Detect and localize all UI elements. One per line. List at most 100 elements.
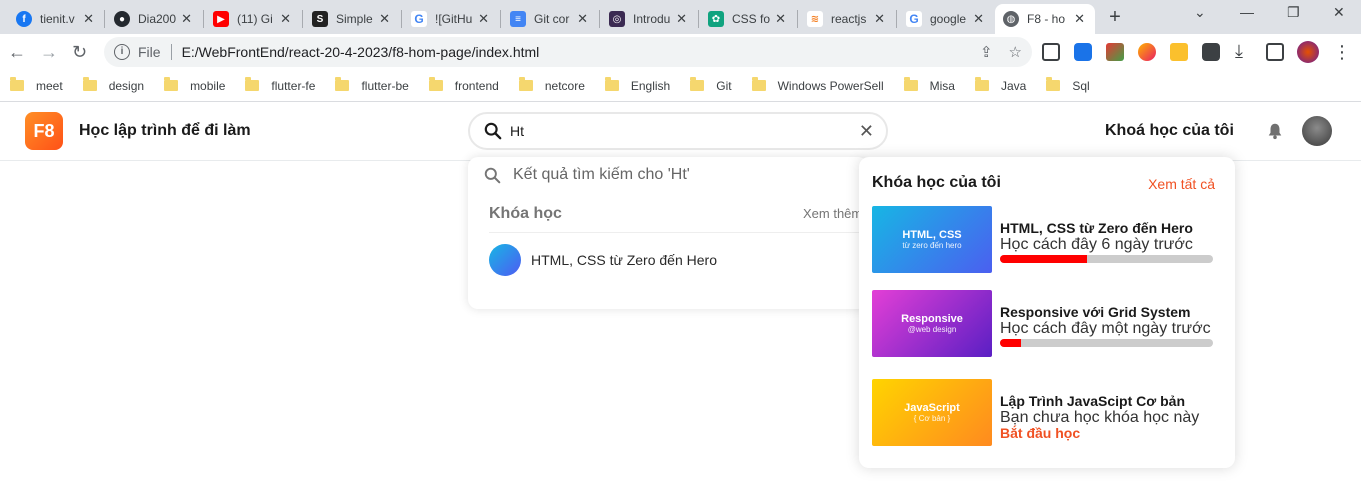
reload-icon[interactable]: ↻: [72, 42, 87, 63]
profile-avatar-icon[interactable]: [1297, 41, 1319, 63]
search-input[interactable]: [510, 123, 859, 139]
close-icon[interactable]: ✕: [973, 11, 984, 27]
folder-icon: [428, 77, 443, 91]
pen-extension-icon[interactable]: [1138, 43, 1156, 61]
user-avatar[interactable]: [1302, 116, 1332, 146]
browser-tab[interactable]: ≋ reactjs ✕: [799, 4, 895, 34]
key-extension-icon[interactable]: [1170, 43, 1188, 61]
my-courses-dropdown: Khóa học của tôi Xem tất cả HTML, CSS từ…: [859, 157, 1235, 468]
info-icon[interactable]: i: [114, 44, 130, 60]
browser-tab[interactable]: f tienit.v ✕: [8, 4, 104, 34]
see-more-link[interactable]: Xem thêm: [803, 206, 862, 221]
screenshot-extension-icon[interactable]: [1042, 43, 1060, 61]
close-icon[interactable]: ✕: [775, 11, 786, 27]
my-courses-button[interactable]: Khoá học của tôi: [1105, 122, 1234, 140]
close-icon[interactable]: ✕: [1074, 11, 1085, 27]
globe-icon: ◍: [1003, 11, 1019, 27]
openai-icon: ◎: [609, 11, 625, 27]
bookmark-folder[interactable]: meet: [10, 77, 63, 93]
close-icon[interactable]: ✕: [577, 11, 588, 27]
folder-icon: [690, 77, 705, 91]
browser-tab[interactable]: ◎ Introdu ✕: [601, 4, 697, 34]
bookmark-folder[interactable]: Java: [974, 77, 1026, 93]
course-last-studied: Học cách đây 6 ngày trước: [1000, 236, 1193, 253]
close-icon[interactable]: ✕: [676, 11, 687, 27]
browser-tab[interactable]: ≡ Git cor ✕: [502, 4, 598, 34]
progress-bar: [1000, 255, 1213, 263]
browser-tab[interactable]: ▶ (11) Gi ✕: [205, 4, 301, 34]
browser-tab[interactable]: ● Dia200 ✕: [106, 4, 202, 34]
new-tab-button[interactable]: +: [1104, 6, 1126, 29]
bookmark-folder[interactable]: Misa: [903, 77, 955, 93]
course-item[interactable]: JavaScript { Cơ bản } Lập Trình JavaScip…: [872, 379, 1217, 447]
search-icon: [484, 167, 501, 183]
progress-bar: [1000, 339, 1213, 347]
youtube-icon: ▶: [213, 11, 229, 27]
close-icon[interactable]: ✕: [280, 11, 291, 27]
folder-icon: [335, 77, 350, 91]
course-name: HTML, CSS từ Zero đến Hero: [1000, 220, 1193, 236]
download-icon[interactable]: ⤓: [1235, 41, 1243, 62]
bookmarks-bar: meet design mobile flutter-fe flutter-be…: [0, 70, 1361, 102]
course-thumbnail: Responsive @web design: [872, 290, 992, 357]
my-courses-title: Khóa học của tôi: [872, 174, 1001, 191]
browser-tab[interactable]: S Simple ✕: [304, 4, 400, 34]
course-name: Lập Trình JavaScipt Cơ bản: [1000, 393, 1185, 409]
brand-title: Học lập trình để đi làm: [79, 122, 251, 139]
stackoverflow-icon: ≋: [807, 11, 823, 27]
browser-tab[interactable]: ✿ CSS fo ✕: [700, 4, 796, 34]
maximize-icon[interactable]: ❐: [1287, 4, 1300, 21]
start-learning-link[interactable]: Bắt đầu học: [1000, 425, 1080, 441]
course-item[interactable]: HTML, CSS từ zero đến hero HTML, CSS từ …: [872, 206, 1217, 274]
browser-tab-active[interactable]: ◍ F8 - ho ✕: [995, 4, 1095, 34]
result-category: Khóa học Xem thêm: [489, 205, 868, 233]
site-header: F8 Học lập trình để đi làm ✕ Khoá học củ…: [0, 103, 1361, 161]
bookmark-folder[interactable]: flutter-fe: [245, 77, 315, 93]
bookmark-folder[interactable]: Git: [690, 77, 732, 93]
bookmark-folder[interactable]: English: [604, 77, 670, 93]
f8-logo[interactable]: F8: [25, 112, 63, 150]
url-field[interactable]: i File E:/WebFrontEnd/react-20-4-2023/f8…: [104, 37, 1032, 67]
close-icon[interactable]: ✕: [83, 11, 94, 27]
share-icon[interactable]: ⇪: [980, 43, 993, 61]
bookmark-folder[interactable]: Sql: [1046, 77, 1090, 93]
bookmark-folder[interactable]: mobile: [164, 77, 225, 93]
bookmark-folder[interactable]: netcore: [518, 77, 585, 93]
close-icon[interactable]: ✕: [478, 11, 489, 27]
folder-icon: [10, 77, 24, 91]
search-box[interactable]: ✕: [468, 112, 888, 150]
bookmark-folder[interactable]: frontend: [428, 77, 499, 93]
drop-extension-icon[interactable]: [1074, 43, 1092, 61]
browser-tab[interactable]: G ![GitHu ✕: [403, 4, 499, 34]
bell-icon[interactable]: [1266, 122, 1284, 140]
clear-search-icon[interactable]: ✕: [859, 121, 874, 142]
minimize-icon[interactable]: —: [1240, 4, 1254, 20]
menu-kebab-icon[interactable]: ⋮: [1333, 42, 1351, 63]
back-icon[interactable]: ←: [8, 42, 26, 63]
see-all-link[interactable]: Xem tất cả: [1148, 176, 1215, 192]
search-icon: [484, 122, 502, 140]
tab-search-icon[interactable]: ⌄: [1194, 4, 1206, 21]
bookmark-star-icon[interactable]: ☆: [1009, 43, 1022, 61]
bookmark-folder[interactable]: design: [82, 77, 144, 93]
browser-tab[interactable]: G google ✕: [898, 4, 994, 34]
folder-icon: [604, 77, 619, 91]
forward-icon[interactable]: →: [40, 42, 58, 63]
search-results-dropdown: Kết quả tìm kiếm cho 'Ht' Khóa học Xem t…: [468, 157, 868, 309]
window-close-icon[interactable]: ✕: [1333, 4, 1345, 21]
bookmark-folder[interactable]: Windows PowerSell: [751, 77, 884, 93]
course-thumbnail: [489, 244, 521, 276]
course-name: Responsive với Grid System: [1000, 304, 1191, 320]
close-icon[interactable]: ✕: [874, 11, 885, 27]
course-item[interactable]: Responsive @web design Responsive với Gr…: [872, 290, 1217, 358]
google-icon: G: [906, 11, 922, 27]
folder-icon: [1046, 77, 1061, 91]
side-panel-icon[interactable]: [1266, 43, 1284, 61]
facebook-icon: f: [16, 11, 32, 27]
search-result-item[interactable]: HTML, CSS từ Zero đến Hero: [489, 244, 717, 276]
extensions-puzzle-icon[interactable]: [1202, 43, 1220, 61]
bookmark-folder[interactable]: flutter-be: [335, 77, 409, 93]
color-extension-icon[interactable]: [1106, 43, 1124, 61]
close-icon[interactable]: ✕: [379, 11, 390, 27]
close-icon[interactable]: ✕: [181, 11, 192, 27]
